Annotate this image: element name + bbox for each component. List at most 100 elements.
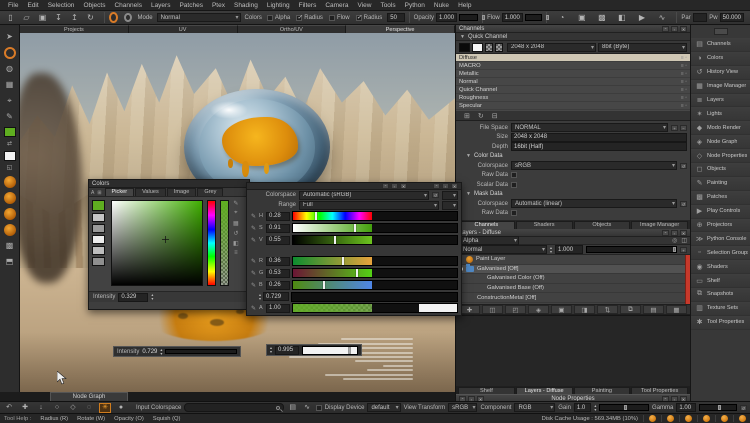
color-data-section[interactable]: Color Data: [456, 152, 690, 162]
warp-tool-icon[interactable]: ▦: [3, 79, 16, 91]
white-swatch[interactable]: [472, 43, 483, 52]
grid-icon[interactable]: ⊞: [97, 190, 101, 196]
slider-track[interactable]: [292, 211, 458, 221]
toolbar-toggle[interactable]: Flow: [329, 15, 350, 21]
swap-colors-icon[interactable]: ⇄: [3, 141, 16, 147]
mask-data-section[interactable]: Mask Data: [456, 190, 690, 200]
toolbar-toggle[interactable]: Radius: [296, 15, 323, 21]
recent-color-swatch[interactable]: [92, 257, 105, 266]
palette-tab[interactable]: Channels: [458, 221, 515, 229]
channel-depth-dropdown[interactable]: 8bit (Byte): [598, 43, 687, 52]
range-dropdown[interactable]: Full: [299, 201, 439, 210]
bottom-tool-icon[interactable]: ◌: [83, 403, 95, 413]
hue-strip[interactable]: [207, 200, 216, 286]
recent-color-swatch[interactable]: [92, 224, 105, 233]
reset-colors-icon[interactable]: ◱: [3, 165, 16, 172]
menu-item[interactable]: View: [353, 2, 375, 9]
palette-dock-item[interactable]: ◑ Colors: [691, 52, 750, 66]
channel-list-row[interactable]: Specular≡ ▫: [456, 102, 690, 110]
palette-tab[interactable]: Objects: [574, 221, 631, 229]
colorspace-sync-button[interactable]: ↺: [432, 192, 439, 198]
toolbar-toggle[interactable]: Radius: [356, 15, 383, 21]
paint-target-button[interactable]: [109, 12, 118, 23]
bottom-tool-icon[interactable]: ↶: [3, 403, 15, 413]
bottom-palette-tab[interactable]: Shelf: [458, 387, 515, 394]
pin-icon[interactable]: A: [91, 190, 94, 196]
bottom-tool-icon[interactable]: ✚: [19, 403, 31, 413]
shelf-brush-2[interactable]: [4, 192, 16, 204]
channel-footer-icon[interactable]: ⊞: [464, 112, 470, 120]
shelf-brush-1[interactable]: [4, 176, 16, 188]
toolbar-paint-icon[interactable]: ▣: [575, 12, 588, 23]
slider-track[interactable]: [292, 256, 458, 266]
colorspace-dropdown[interactable]: sRGB: [511, 161, 677, 170]
layer-row[interactable]: Paint Layer: [456, 255, 690, 265]
shelf-brush-3[interactable]: [4, 208, 16, 220]
layer-row[interactable]: ConstructionMetal [Off]: [456, 293, 690, 303]
bottom-tool-icon[interactable]: ◇: [67, 403, 79, 413]
bottom-palette-tab[interactable]: Layers - Diffuse: [516, 387, 573, 394]
menu-item[interactable]: Layers: [147, 2, 175, 9]
menu-item[interactable]: Python: [401, 2, 429, 9]
flow-field[interactable]: 1.000: [502, 13, 523, 22]
dropper-icon[interactable]: ✎: [250, 305, 257, 312]
dropper-icon[interactable]: ✎: [250, 213, 257, 220]
layer-visibility-icon[interactable]: ◎: [672, 237, 677, 244]
menu-item[interactable]: Objects: [79, 2, 109, 9]
channel-footer-icon[interactable]: ↻: [478, 112, 484, 120]
palette-tab[interactable]: Image Manager: [631, 221, 688, 229]
slider-track[interactable]: [292, 280, 458, 290]
aux-slider-track[interactable]: [302, 346, 358, 355]
layer-action-icon[interactable]: ◈: [528, 305, 549, 314]
range-mini-dropdown[interactable]: [442, 201, 458, 210]
window-controls[interactable]: ⌃▫✕: [433, 183, 458, 189]
eyedropper-tool-icon[interactable]: ⌖: [3, 95, 16, 107]
gamma-slider[interactable]: [699, 404, 737, 411]
colors-tab[interactable]: Values: [135, 188, 166, 196]
palette-dock-item[interactable]: ▫ Selection Groups: [691, 246, 750, 260]
layer-row[interactable]: Galvanised [Off]: [456, 265, 690, 275]
toolbar-paint-icon[interactable]: ▶: [635, 12, 648, 23]
palette-dock-item[interactable]: ↺ History View: [691, 66, 750, 80]
colorspace-reset-button[interactable]: ↺: [680, 163, 687, 169]
saturation-value-square[interactable]: [111, 200, 203, 286]
intensity-field[interactable]: 0.329: [118, 293, 148, 302]
palette-dock-item[interactable]: ≫ Python Console: [691, 232, 750, 246]
gradient-icon[interactable]: ◧: [233, 240, 239, 247]
palette-dock-item[interactable]: ▩ Patches: [691, 191, 750, 205]
background-color-swatch[interactable]: [4, 151, 16, 161]
bottom-palette-tab[interactable]: Tool Properties: [631, 387, 688, 394]
component-dropdown[interactable]: RGB: [514, 403, 555, 412]
select-tool-icon[interactable]: ➤: [3, 31, 16, 43]
flow-slider[interactable]: [525, 14, 543, 21]
patch-view-icon[interactable]: ▩: [3, 240, 16, 252]
view-transform-dropdown[interactable]: sRGB: [448, 403, 477, 412]
menu-item[interactable]: Lighting: [263, 2, 294, 9]
color-managed-checkbox[interactable]: [316, 405, 322, 411]
display-device-dropdown[interactable]: default: [367, 403, 400, 412]
checker-swatch[interactable]: [485, 43, 493, 52]
input-colorspace-field[interactable]: [184, 403, 284, 412]
status-indicator-icon[interactable]: [685, 415, 692, 422]
blur-tool-icon[interactable]: ◍: [3, 63, 16, 75]
shelf-brush-4[interactable]: [4, 224, 16, 236]
toolbar-file-icon[interactable]: ▱: [20, 12, 33, 23]
mid-value-track[interactable]: [291, 292, 458, 302]
gain-stepper[interactable]: ▴▾: [594, 404, 596, 412]
palette-dock-item[interactable]: ◈ Node Graph: [691, 135, 750, 149]
status-indicator-icon[interactable]: [667, 415, 674, 422]
layer-action-icon[interactable]: ▦: [666, 305, 687, 314]
palette-dock-item[interactable]: ≣ Layers: [691, 94, 750, 108]
layer-action-icon[interactable]: ▤: [643, 305, 664, 314]
slider-value-field[interactable]: 0.53: [266, 269, 290, 278]
menu-item[interactable]: Edit: [23, 2, 42, 9]
palette-dock-item[interactable]: ✱ Tool Properties: [691, 316, 750, 330]
slider-track[interactable]: [292, 223, 458, 233]
floating-intensity-slider[interactable]: [165, 349, 237, 354]
channel-list-row[interactable]: Normal≡ ▫: [456, 78, 690, 86]
mask-raw-checkbox[interactable]: [511, 210, 517, 216]
toolbar-paint-icon[interactable]: ◔: [555, 12, 568, 23]
paint-mode-dropdown[interactable]: Normal: [157, 13, 241, 22]
mask-colorspace-dropdown[interactable]: Automatic (linear): [511, 199, 677, 208]
palette-dock-item[interactable]: ▤ Channels: [691, 38, 750, 52]
